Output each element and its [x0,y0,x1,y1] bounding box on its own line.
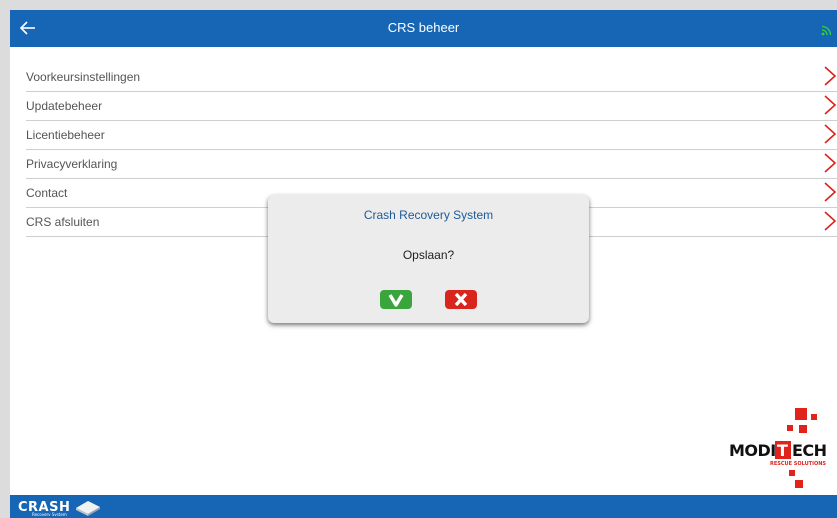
wifi-connected-icon [821,25,831,36]
header-bar: CRS beheer [10,10,837,47]
chevron-right-icon [824,95,837,115]
svg-text:T: T [777,441,788,460]
confirm-button[interactable] [380,290,412,309]
menu-item-updatebeheer[interactable]: Updatebeheer [26,92,837,121]
menu-item-voorkeursinstellingen[interactable]: Voorkeursinstellingen [26,63,837,92]
menu-item-label: Privacyverklaring [26,157,118,171]
footer-bar: CRASH Recovery System [10,495,837,518]
page-title: CRS beheer [387,20,460,35]
menu-item-privacyverklaring[interactable]: Privacyverklaring [26,150,837,179]
menu-item-label: Updatebeheer [26,99,103,113]
dialog-message: Opslaan? [402,248,455,262]
chevron-right-icon [824,153,837,173]
svg-text:ECH: ECH [792,441,827,460]
svg-text:MODI: MODI [729,441,776,460]
svg-text:RESCUE SOLUTIONS: RESCUE SOLUTIONS [770,461,826,467]
menu-item-licentiebeheer[interactable]: Licentiebeheer [26,121,837,150]
cancel-button[interactable] [445,290,477,309]
app-window: CRS beheer Voorkeursinstellingen Updateb… [10,10,837,518]
chevron-right-icon [824,182,837,202]
menu-item-label: Voorkeursinstellingen [26,70,141,84]
crash-recovery-logo: CRASH Recovery System [18,500,100,516]
chevron-right-icon [824,66,837,86]
x-icon [454,292,468,307]
check-icon [388,294,404,307]
dialog-title: Crash Recovery System [363,208,494,222]
menu-item-label: CRS afsluiten [26,215,100,229]
confirm-dialog: Crash Recovery System Opslaan? [268,195,589,323]
menu-item-label: Contact [26,186,68,200]
chevron-right-icon [824,124,837,144]
chevron-right-icon [824,211,837,231]
menu-item-label: Licentiebeheer [26,128,105,142]
svg-text:Recovery System: Recovery System [32,512,67,516]
moditech-logo: MODI T ECH RESCUE SOLUTIONS [729,408,827,488]
